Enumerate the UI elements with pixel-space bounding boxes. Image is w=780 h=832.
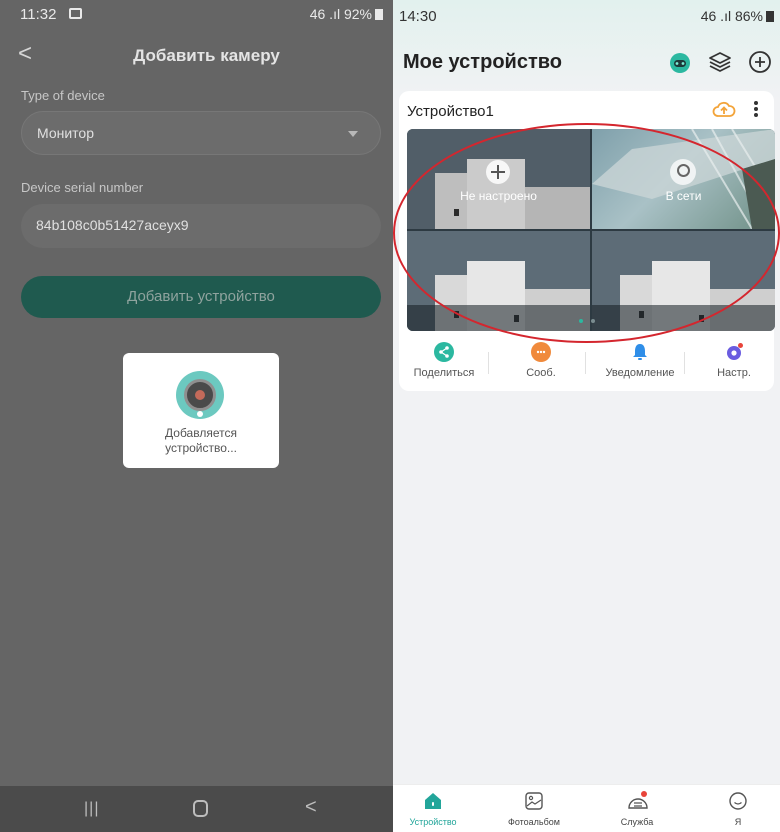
camera-icon (176, 371, 224, 419)
adding-line1: Добавляется (165, 426, 237, 440)
camera-icon (670, 159, 696, 185)
notifications-button[interactable]: Уведомление (595, 342, 685, 379)
camera-lens (195, 390, 205, 400)
channel-cell-3[interactable] (407, 231, 590, 331)
screenshot-root: 11:32 46 .ıl 92% < Добавить камеру Type … (0, 0, 780, 832)
bottom-tab-bar: Устройство Фотоальбом Служба Я (393, 784, 780, 832)
tab-label: Устройство (409, 817, 457, 827)
channel-status-label: Не настроено (460, 189, 537, 203)
system-back-button[interactable]: < (305, 796, 317, 819)
add-channel-icon[interactable] (486, 160, 510, 184)
settings-label: Настр. (717, 367, 751, 379)
adding-message: Добавляется устройство... (123, 426, 279, 456)
tab-devices[interactable]: Устройство (393, 791, 473, 827)
battery-level: 86% (734, 8, 763, 24)
cloud-upload-icon[interactable] (712, 100, 736, 125)
serial-input[interactable]: 84b108c0b51427aceyx9 (21, 204, 381, 248)
adding-line2: устройство... (165, 441, 237, 455)
signal-indicator: 46 .ıl (309, 6, 341, 22)
device-actions: Поделиться Сооб. Уведомление Настр. (399, 342, 774, 382)
device-type-select[interactable]: Монитор (21, 111, 381, 155)
device-type-value: Монитор (37, 125, 94, 141)
settings-icon (724, 342, 744, 362)
status-right: 46 .ıl 86% (701, 8, 774, 24)
serial-value: 84b108c0b51427aceyx9 (36, 217, 189, 233)
battery-icon (375, 9, 383, 20)
page-title: Добавить камеру (133, 46, 280, 65)
channel-cell-4[interactable] (592, 231, 775, 331)
smile-icon (728, 791, 748, 811)
serial-label: Device serial number (21, 180, 144, 195)
camera-grid: Не настроено В сети (407, 129, 775, 331)
channel-cell-2[interactable]: В сети (592, 129, 775, 229)
signal-indicator: 46 .ıl (700, 8, 732, 24)
adding-dialog: Добавляется устройство... (123, 353, 279, 468)
service-icon (627, 791, 648, 811)
message-icon (531, 342, 551, 362)
device-type-label: Type of device (21, 88, 105, 103)
gallery-icon (69, 8, 82, 19)
photo-icon (524, 791, 544, 811)
tab-photo-album[interactable]: Фотоальбом (494, 791, 574, 827)
channel-cell-1[interactable]: Не настроено (407, 129, 590, 229)
tab-label: Фотоальбом (508, 817, 560, 827)
status-bar: 11:32 46 .ıl 92% (0, 0, 393, 32)
messages-label: Сооб. (526, 367, 556, 379)
tab-me[interactable]: Я (698, 791, 778, 827)
chevron-down-icon (348, 131, 358, 137)
layers-icon[interactable] (707, 49, 733, 75)
tab-label: Служба (620, 817, 654, 827)
my-devices-screen: 14:30 46 .ıl 86% Мое устройство Устройст… (393, 0, 780, 832)
device-name: Устройство1 (407, 103, 494, 120)
recent-apps-button[interactable]: ||| (84, 800, 99, 818)
more-options-icon[interactable] (753, 99, 759, 119)
add-camera-screen: 11:32 46 .ıl 92% < Добавить камеру Type … (0, 0, 393, 832)
page-indicator (579, 319, 599, 325)
camera-lens-ring (184, 379, 216, 411)
messages-button[interactable]: Сооб. (496, 342, 586, 379)
support-icon[interactable] (667, 49, 693, 75)
add-device-button[interactable]: Добавить устройство (21, 276, 381, 318)
status-bar: 14:30 46 .ıl 86% (393, 0, 780, 30)
camera-indicator (197, 411, 203, 417)
settings-button[interactable]: Настр. (689, 342, 779, 379)
header: < Добавить камеру (0, 40, 393, 74)
divider (585, 352, 586, 374)
battery-icon (766, 11, 774, 22)
add-circle-icon[interactable] (747, 49, 773, 75)
status-right: 46 .ıl 92% (310, 6, 383, 22)
divider (684, 352, 685, 374)
channel-status-label: В сети (665, 189, 702, 203)
home-button[interactable] (193, 800, 208, 817)
device-card: Устройство1 Не настроено В сети Поделить… (399, 91, 775, 391)
page-title: Мое устройство (403, 51, 562, 73)
home-icon (423, 791, 443, 811)
share-icon (434, 342, 454, 362)
system-nav-bar: ||| < (0, 786, 393, 832)
share-button[interactable]: Поделиться (399, 342, 489, 379)
status-time: 14:30 (399, 8, 437, 25)
tab-label: Я (734, 817, 742, 827)
notifications-label: Уведомление (605, 367, 675, 379)
status-time: 11:32 (20, 6, 57, 23)
tab-service[interactable]: Служба (597, 791, 677, 827)
divider (488, 352, 489, 374)
battery-level: 92% (343, 6, 372, 22)
share-label: Поделиться (413, 367, 475, 379)
bell-icon (630, 342, 650, 362)
